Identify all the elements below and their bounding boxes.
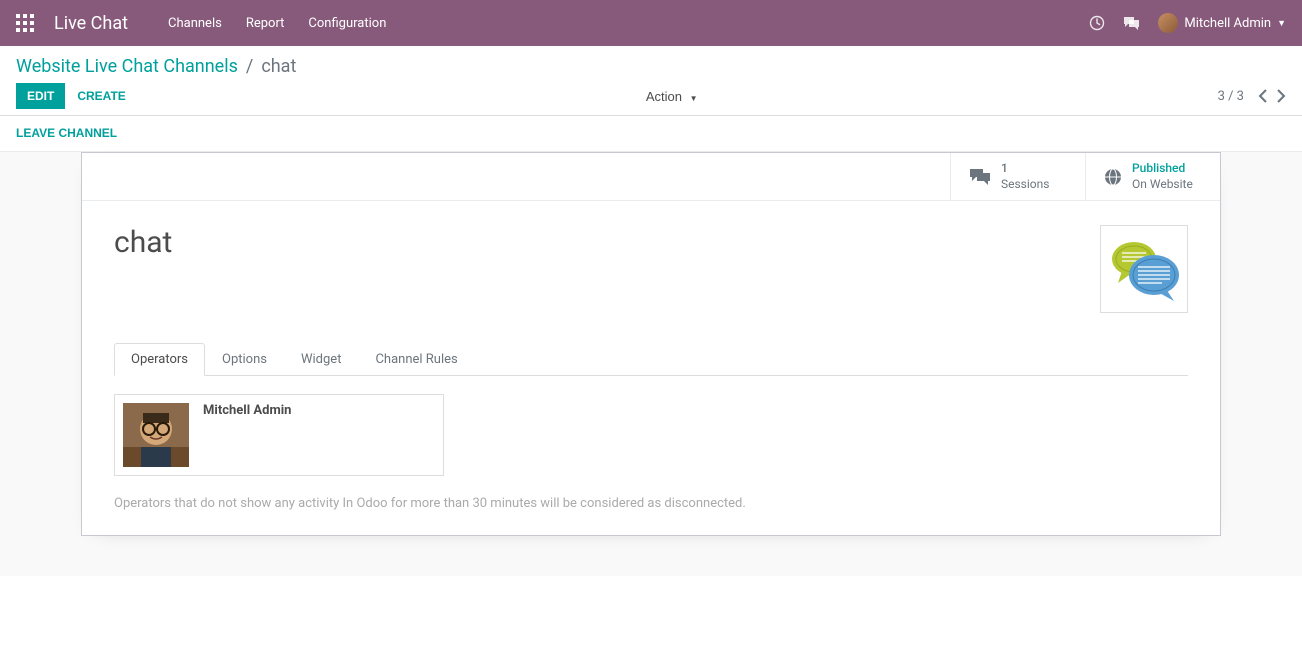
globe-icon [1104, 168, 1122, 186]
operator-avatar [123, 403, 189, 467]
navbar: Live Chat Channels Report Configuration … [0, 0, 1302, 46]
nav-menu: Channels Report Configuration [168, 16, 1089, 31]
sessions-label: Sessions [1001, 177, 1049, 193]
tabs: Operators Options Widget Channel Rules [114, 343, 1188, 376]
leave-channel-button[interactable]: Leave Channel [16, 126, 117, 140]
user-name: Mitchell Admin [1184, 16, 1271, 31]
comments-icon [969, 168, 991, 186]
conversations-icon[interactable] [1123, 16, 1140, 31]
edit-button[interactable]: Edit [16, 83, 65, 109]
caret-down-icon: ▼ [1277, 18, 1286, 29]
nav-configuration[interactable]: Configuration [308, 16, 386, 31]
sheet-bg: 1 Sessions Published On Website chat [0, 151, 1302, 576]
control-panel: Website Live Chat Channels / chat Edit C… [0, 46, 1302, 116]
breadcrumb-parent[interactable]: Website Live Chat Channels [16, 56, 238, 77]
button-box: 1 Sessions Published On Website [82, 153, 1220, 201]
action-label: Action [646, 89, 682, 104]
create-button[interactable]: Create [77, 89, 125, 103]
pager-next[interactable] [1277, 89, 1286, 103]
published-stat[interactable]: Published On Website [1085, 153, 1220, 200]
breadcrumb: Website Live Chat Channels / chat [16, 56, 1286, 77]
sessions-stat[interactable]: 1 Sessions [950, 153, 1085, 200]
activities-icon[interactable] [1089, 15, 1105, 31]
avatar-icon [1158, 13, 1178, 33]
user-menu[interactable]: Mitchell Admin ▼ [1158, 13, 1286, 33]
leave-row: Leave Channel [0, 116, 1302, 151]
pager-text: 3 / 3 [1218, 89, 1244, 104]
tab-widget[interactable]: Widget [284, 343, 358, 376]
pager-prev[interactable] [1258, 89, 1267, 103]
nav-channels[interactable]: Channels [168, 16, 222, 31]
help-text: Operators that do not show any activity … [114, 496, 1188, 511]
record-title: chat [114, 225, 172, 260]
sessions-count: 1 [1001, 161, 1049, 177]
published-value: Published [1132, 161, 1193, 177]
form-sheet: 1 Sessions Published On Website chat [81, 152, 1221, 536]
published-label: On Website [1132, 177, 1193, 193]
caret-down-icon: ▼ [690, 94, 698, 103]
operator-name: Mitchell Admin [203, 403, 291, 418]
nav-report[interactable]: Report [246, 16, 285, 31]
breadcrumb-current: chat [261, 56, 296, 77]
action-dropdown[interactable]: Action ▼ [646, 89, 698, 104]
apps-icon[interactable] [16, 14, 34, 32]
tab-channel-rules[interactable]: Channel Rules [358, 343, 474, 376]
breadcrumb-sep: / [246, 56, 253, 77]
operator-card[interactable]: Mitchell Admin [114, 394, 444, 476]
nav-right: Mitchell Admin ▼ [1089, 13, 1286, 33]
brand[interactable]: Live Chat [54, 13, 128, 34]
tab-options[interactable]: Options [205, 343, 284, 376]
tab-operators[interactable]: Operators [114, 343, 205, 376]
channel-image [1100, 225, 1188, 313]
